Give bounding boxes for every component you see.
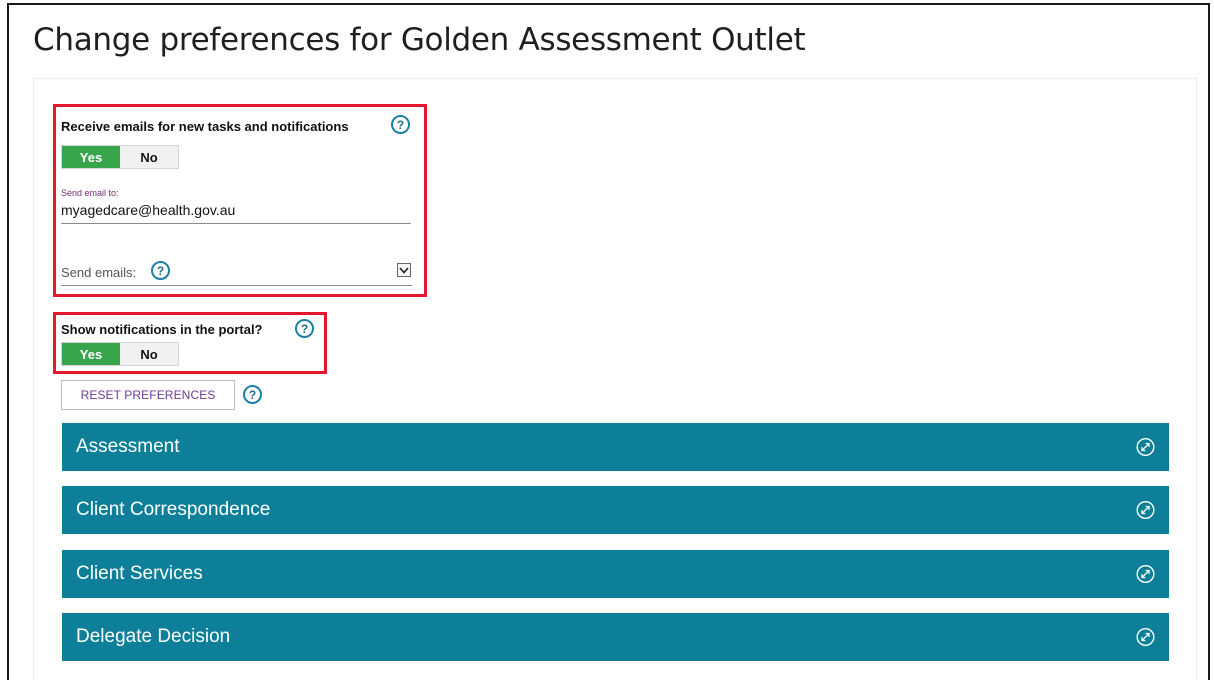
section-label: Client Services xyxy=(76,563,203,584)
section-label: Delegate Decision xyxy=(76,626,231,647)
email-preferences-highlight xyxy=(53,104,427,297)
expand-arrows-icon[interactable] xyxy=(1136,564,1155,584)
page-title: Change preferences for Golden Assessment… xyxy=(33,22,806,58)
expand-arrows-icon[interactable] xyxy=(1136,627,1155,647)
section-client-correspondence[interactable]: Client Correspondence xyxy=(62,486,1169,534)
reset-preferences-button[interactable]: RESET PREFERENCES xyxy=(61,380,235,410)
reset-help-icon[interactable]: ? xyxy=(243,385,262,404)
section-client-services[interactable]: Client Services xyxy=(62,550,1169,598)
section-delegate-decision[interactable]: Delegate Decision xyxy=(62,613,1169,661)
section-assessment[interactable]: Assessment xyxy=(62,423,1169,471)
section-label: Assessment xyxy=(76,436,180,457)
section-label: Client Correspondence xyxy=(76,499,271,520)
expand-arrows-icon[interactable] xyxy=(1136,437,1155,457)
expand-arrows-icon[interactable] xyxy=(1136,500,1155,520)
portal-notifications-highlight xyxy=(53,312,327,374)
help-glyph: ? xyxy=(248,387,257,402)
